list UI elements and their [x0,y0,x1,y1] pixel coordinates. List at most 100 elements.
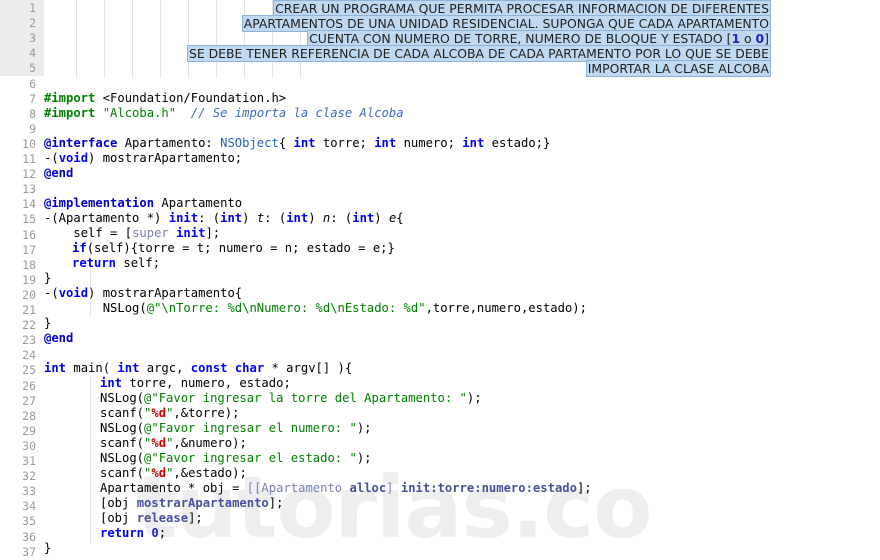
code-line-36[interactable]: return 0; [44,526,166,541]
code-line-8[interactable]: #import "Alcoba.h" // Se importa la clas… [44,106,404,121]
code-line-15[interactable]: -(Apartamento *) init: (int) t: (int) n:… [44,211,404,226]
code-line-17[interactable]: if(self){torre = t; numero = n; estado =… [44,241,395,256]
punct: ) [374,211,389,225]
prompt-string: @"Favor ingresar el estado: " [144,451,357,465]
punct: : ( [264,211,287,225]
argc-param: argc, [139,361,191,375]
line-number: 4 [29,46,36,61]
code-line-34[interactable]: [obj mostrarApartamento]; [44,496,283,511]
punct: ; [158,526,167,540]
type-keyword: int [352,211,375,225]
line-number: 7 [29,91,36,106]
code-line-4[interactable]: SE DEBE TENER REFERENCIA DE CADA ALCOBA … [0,46,880,61]
code-line-19[interactable]: } [44,271,51,286]
line-number: 1 [29,1,36,15]
return-value: 0 [151,526,159,540]
import-directive: #import [44,91,96,105]
implementation-keyword: @implementation [44,196,155,210]
line-number: 21 [22,303,36,317]
code-line-18[interactable]: return self; [44,256,160,271]
line-number: 6 [29,76,36,91]
line-number: 13 [22,182,36,197]
line-number: 20 [22,287,36,302]
code-line-21[interactable]: NSLog(@"\nTorre: %d\nNumero: %d\nEstado:… [44,301,587,316]
type-keyword: int [462,136,485,150]
code-line-30[interactable]: scanf("%d",&numero); [44,436,247,451]
import-header: <Foundation/Foundation.h> [95,91,287,105]
code-line-26[interactable]: int torre, numero, estado; [44,376,291,391]
code-line-22[interactable]: } [44,316,51,331]
init-selector: init:torre:numero:estado [400,481,577,495]
import-directive: #import [44,106,96,120]
code-line-23[interactable]: @end [44,331,73,346]
closing-brace: } [44,316,52,330]
variable-declarations: torre, numero, estado; [122,376,291,390]
code-line-10[interactable]: @interface Apartamento: NSObject{ int to… [44,136,550,151]
line-number-gutter[interactable]: 1 2 3 4 5 6 7 8 9 10 11 12 13 14 15 16 17 18 19 20 21 22 23 24 2… [0,0,44,560]
closing-brace: } [44,541,52,555]
line-number: 31 [22,454,36,468]
method-return-type: -(Apartamento *) [44,211,169,225]
code-line-27[interactable]: NSLog(@"Favor ingresar la torre del Apar… [44,391,482,406]
code-surface[interactable]: CREAR UN PROGRAMA QUE PERMITA PROCESAR I… [0,0,880,560]
state-value-one: 1 [731,31,741,46]
punct: ) [242,211,257,225]
selected-text: CREAR UN PROGRAMA QUE PERMITA PROCESAR I… [274,1,770,16]
method-name: ) mostrarApartamento{ [88,286,243,300]
scanf-call: scanf( [100,406,145,420]
import-header: "Alcoba.h" [95,106,177,120]
code-line-1[interactable]: CREAR UN PROGRAMA QUE PERMITA PROCESAR I… [0,1,880,16]
return-keyword: return [72,256,117,270]
release-selector: release [136,511,189,525]
code-line-11[interactable]: -(void) mostrarApartamento; [44,151,242,166]
nslog-call: NSLog( [44,301,147,315]
punct: ); [466,391,482,405]
selected-text: CUENTA CON NUMERO DE TORRE, NUMERO DE BL… [308,31,770,46]
nslog-call: NSLog( [100,451,145,465]
code-line-25[interactable]: int main( int argc, const char * argv[] … [44,361,352,376]
init-selector: init [168,211,199,225]
code-line-3[interactable]: CUENTA CON NUMERO DE TORRE, NUMERO DE BL… [0,31,880,46]
line-number: 25 [22,363,36,378]
code-line-33[interactable]: Apartamento * obj = [[Apartamento alloc]… [44,481,592,496]
code-line-29[interactable]: NSLog(@"Favor ingresar el numero: "); [44,421,372,436]
method-declaration: ) mostrarApartamento; [88,151,243,165]
line-number: 10 [22,136,36,151]
code-line-35[interactable]: [obj release]; [44,511,203,526]
nslog-call: NSLog( [100,421,145,435]
code-line-5[interactable]: IMPORTAR LA CLASE ALCOBA [0,61,880,76]
line-number: 5 [29,61,36,76]
line-number: 17 [22,242,36,257]
char-keyword: char [234,361,265,375]
code-line-32[interactable]: scanf("%d",&estado); [44,466,247,481]
code-line-16[interactable]: self = [super init]; [44,226,220,241]
method-prefix: -( [44,151,59,165]
line-number: 15 [22,212,36,227]
code-editor[interactable]: tutorias.co CREAR UN PROGRAMA QUE PERMIT… [0,0,880,560]
line-number: 35 [22,514,36,529]
alloc-message: [[Apartamento [246,481,350,495]
scanf-call: scanf( [100,466,145,480]
code-line-14[interactable]: @implementation Apartamento [44,196,242,211]
line-number: 34 [22,499,36,514]
format-specifier: %d [151,406,167,420]
code-line-20[interactable]: -(void) mostrarApartamento{ [44,286,242,301]
class-name: Apartamento: [117,136,221,150]
type-keyword: int [374,136,397,150]
line-number: 11 [22,152,36,166]
line-number: 14 [22,197,36,212]
code-line-12[interactable]: @end [44,166,73,181]
code-line-7[interactable]: #import <Foundation/Foundation.h> [44,91,286,106]
line-number: 16 [22,227,36,242]
code-line-31[interactable]: NSLog(@"Favor ingresar el estado: "); [44,451,372,466]
code-line-2[interactable]: APARTAMENTOS DE UNA UNIDAD RESIDENCIAL. … [0,16,880,31]
punct: ]; [576,481,592,495]
line-number: 36 [22,529,36,544]
code-line-28[interactable]: scanf("%d",&torre); [44,406,239,421]
method-prefix: -( [44,286,59,300]
line-number: 37 [22,544,36,559]
code-line-37[interactable]: } [44,541,51,556]
class-name: Apartamento [154,196,243,210]
